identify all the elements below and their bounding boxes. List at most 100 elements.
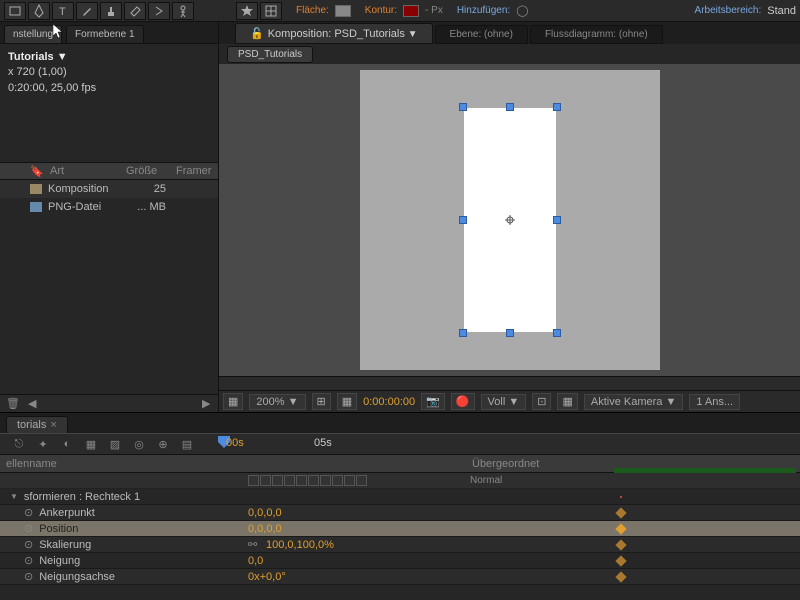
prop-value[interactable]: 0,0,0,0	[244, 523, 466, 535]
triangle-icon[interactable]: ▼	[10, 492, 18, 501]
prop-anchor-point[interactable]: ⊙Ankerpunkt 0,0,0,0	[0, 505, 800, 521]
quality-dropdown[interactable]: Voll ▼	[481, 394, 527, 410]
tl-icon-1[interactable]: ⎋	[10, 436, 28, 452]
composition-viewer[interactable]	[219, 64, 800, 376]
tl-icon-6[interactable]: ◎	[130, 436, 148, 452]
zoom-dropdown[interactable]: 200% ▼	[249, 394, 305, 410]
handle-top-left[interactable]	[459, 103, 467, 111]
comp-subtab[interactable]: PSD_Tutorials	[227, 46, 313, 63]
switch-icon[interactable]	[296, 475, 307, 486]
star-tool-icon[interactable]	[236, 2, 258, 20]
tl-icon-4[interactable]: ▦	[82, 436, 100, 452]
trash-icon[interactable]: 🗑	[6, 397, 20, 410]
handle-mid-left[interactable]	[459, 216, 467, 224]
switch-icon[interactable]	[356, 475, 367, 486]
keyframe-icon[interactable]	[615, 539, 626, 550]
switch-icon[interactable]	[320, 475, 331, 486]
grid-toggle-icon[interactable]: ▦	[557, 393, 577, 410]
stopwatch-icon[interactable]: ⊙	[24, 554, 33, 567]
blend-mode[interactable]: Normal	[466, 475, 604, 486]
handle-bot-mid[interactable]	[506, 329, 514, 337]
switch-icon[interactable]	[344, 475, 355, 486]
grid-tool-icon[interactable]	[260, 2, 282, 20]
transform-group[interactable]: ▼sformieren : Rechteck 1	[0, 489, 800, 505]
tl-icon-5[interactable]: ▨	[106, 436, 124, 452]
timeline-tab[interactable]: torials×	[6, 416, 68, 433]
puppet-tool-icon[interactable]	[172, 2, 194, 20]
handle-top-mid[interactable]	[506, 103, 514, 111]
prop-value[interactable]: 0,0,0,0	[244, 507, 466, 519]
tab-flowchart[interactable]: Flussdiagramm: (ohne)	[530, 25, 663, 44]
list-item[interactable]: Komposition 25	[0, 180, 218, 198]
transparency-grid-icon[interactable]: ▦	[337, 393, 357, 410]
prop-value[interactable]: 100,0,100,0%	[266, 539, 334, 551]
bezier-icon[interactable]: ◯	[516, 4, 528, 17]
tab-shape-layer[interactable]: Formebene 1	[66, 25, 143, 43]
col-framerate[interactable]: Framer	[176, 165, 218, 177]
pen-tool-icon[interactable]	[28, 2, 50, 20]
stopwatch-icon[interactable]: ⊙	[24, 522, 33, 535]
switch-icon[interactable]	[260, 475, 271, 486]
prop-skew-axis[interactable]: ⊙Neigungsachse 0x+0,0°	[0, 569, 800, 585]
switch-icon[interactable]	[248, 475, 259, 486]
handle-bot-right[interactable]	[553, 329, 561, 337]
handle-mid-right[interactable]	[553, 216, 561, 224]
tag-icon[interactable]: 🔖	[30, 165, 50, 178]
rectangle-shape[interactable]	[464, 108, 556, 332]
handle-top-right[interactable]	[553, 103, 561, 111]
switch-icon[interactable]	[284, 475, 295, 486]
stroke-width[interactable]: - Px	[425, 5, 443, 16]
viewer-scrollbar[interactable]	[219, 376, 800, 390]
text-tool-icon[interactable]: T	[52, 2, 74, 20]
list-item[interactable]: PNG-Datei ... MB	[0, 198, 218, 216]
tl-icon-3[interactable]: ◐	[58, 436, 76, 452]
stopwatch-icon[interactable]: ⊙	[24, 570, 33, 583]
roi-icon[interactable]: ⊡	[532, 393, 551, 410]
switch-icon[interactable]	[332, 475, 343, 486]
workspace-value[interactable]: Stand	[767, 5, 796, 17]
resolution-icon[interactable]: ⊞	[312, 393, 331, 410]
views-dropdown[interactable]: 1 Ans...	[689, 394, 740, 410]
eraser-tool-icon[interactable]	[124, 2, 146, 20]
prop-position[interactable]: ⊙Position 0,0,0,0	[0, 521, 800, 537]
prop-scale[interactable]: ⊙Skalierung ⚯100,0,100,0%	[0, 537, 800, 553]
keyframe-icon[interactable]	[615, 507, 626, 518]
col-source-name[interactable]: ellenname	[0, 458, 244, 470]
snapshot-icon[interactable]: 📷	[421, 393, 445, 410]
keyframe-icon[interactable]	[615, 571, 626, 582]
tl-icon-2[interactable]: ✦	[34, 436, 52, 452]
timecode-display[interactable]: 0:00:00:00	[363, 396, 415, 408]
channels-icon[interactable]: 🔴	[451, 393, 475, 410]
brush-tool-icon[interactable]	[76, 2, 98, 20]
keyframe-icon[interactable]	[615, 555, 626, 566]
alpha-icon[interactable]: ▦	[223, 393, 243, 410]
stroke-swatch[interactable]	[403, 5, 419, 17]
stamp-tool-icon[interactable]	[100, 2, 122, 20]
composition-canvas[interactable]	[360, 70, 660, 370]
tl-icon-8[interactable]: ▤	[178, 436, 196, 452]
anchor-point-icon[interactable]	[505, 215, 515, 225]
stopwatch-icon[interactable]: ⊙	[24, 538, 33, 551]
tl-icon-7[interactable]: ⊕	[154, 436, 172, 452]
handle-bot-left[interactable]	[459, 329, 467, 337]
keyframe-icon[interactable]	[615, 523, 626, 534]
link-icon[interactable]: ⚯	[248, 538, 262, 551]
roto-tool-icon[interactable]	[148, 2, 170, 20]
rectangle-tool-icon[interactable]	[4, 2, 26, 20]
prop-skew[interactable]: ⊙Neigung 0,0	[0, 553, 800, 569]
switch-icon[interactable]	[272, 475, 283, 486]
comp-title[interactable]: Tutorials ▼	[8, 50, 210, 65]
scroll-left-icon[interactable]: ◀	[28, 397, 38, 410]
camera-dropdown[interactable]: Aktive Kamera ▼	[584, 394, 683, 410]
stopwatch-icon[interactable]: ⊙	[24, 506, 33, 519]
close-icon[interactable]: ×	[50, 419, 56, 431]
work-area-bar[interactable]	[614, 468, 796, 473]
switch-icon[interactable]	[308, 475, 319, 486]
col-type[interactable]: Art	[50, 165, 126, 177]
col-parent[interactable]: Übergeordnet	[466, 458, 604, 470]
prop-value[interactable]: 0x+0,0°	[244, 571, 466, 583]
tab-composition[interactable]: 🔓Komposition: PSD_Tutorials ▼	[235, 23, 433, 44]
fill-swatch[interactable]	[335, 5, 351, 17]
tab-layer[interactable]: Ebene: (ohne)	[435, 25, 528, 44]
col-size[interactable]: Größe	[126, 165, 176, 177]
